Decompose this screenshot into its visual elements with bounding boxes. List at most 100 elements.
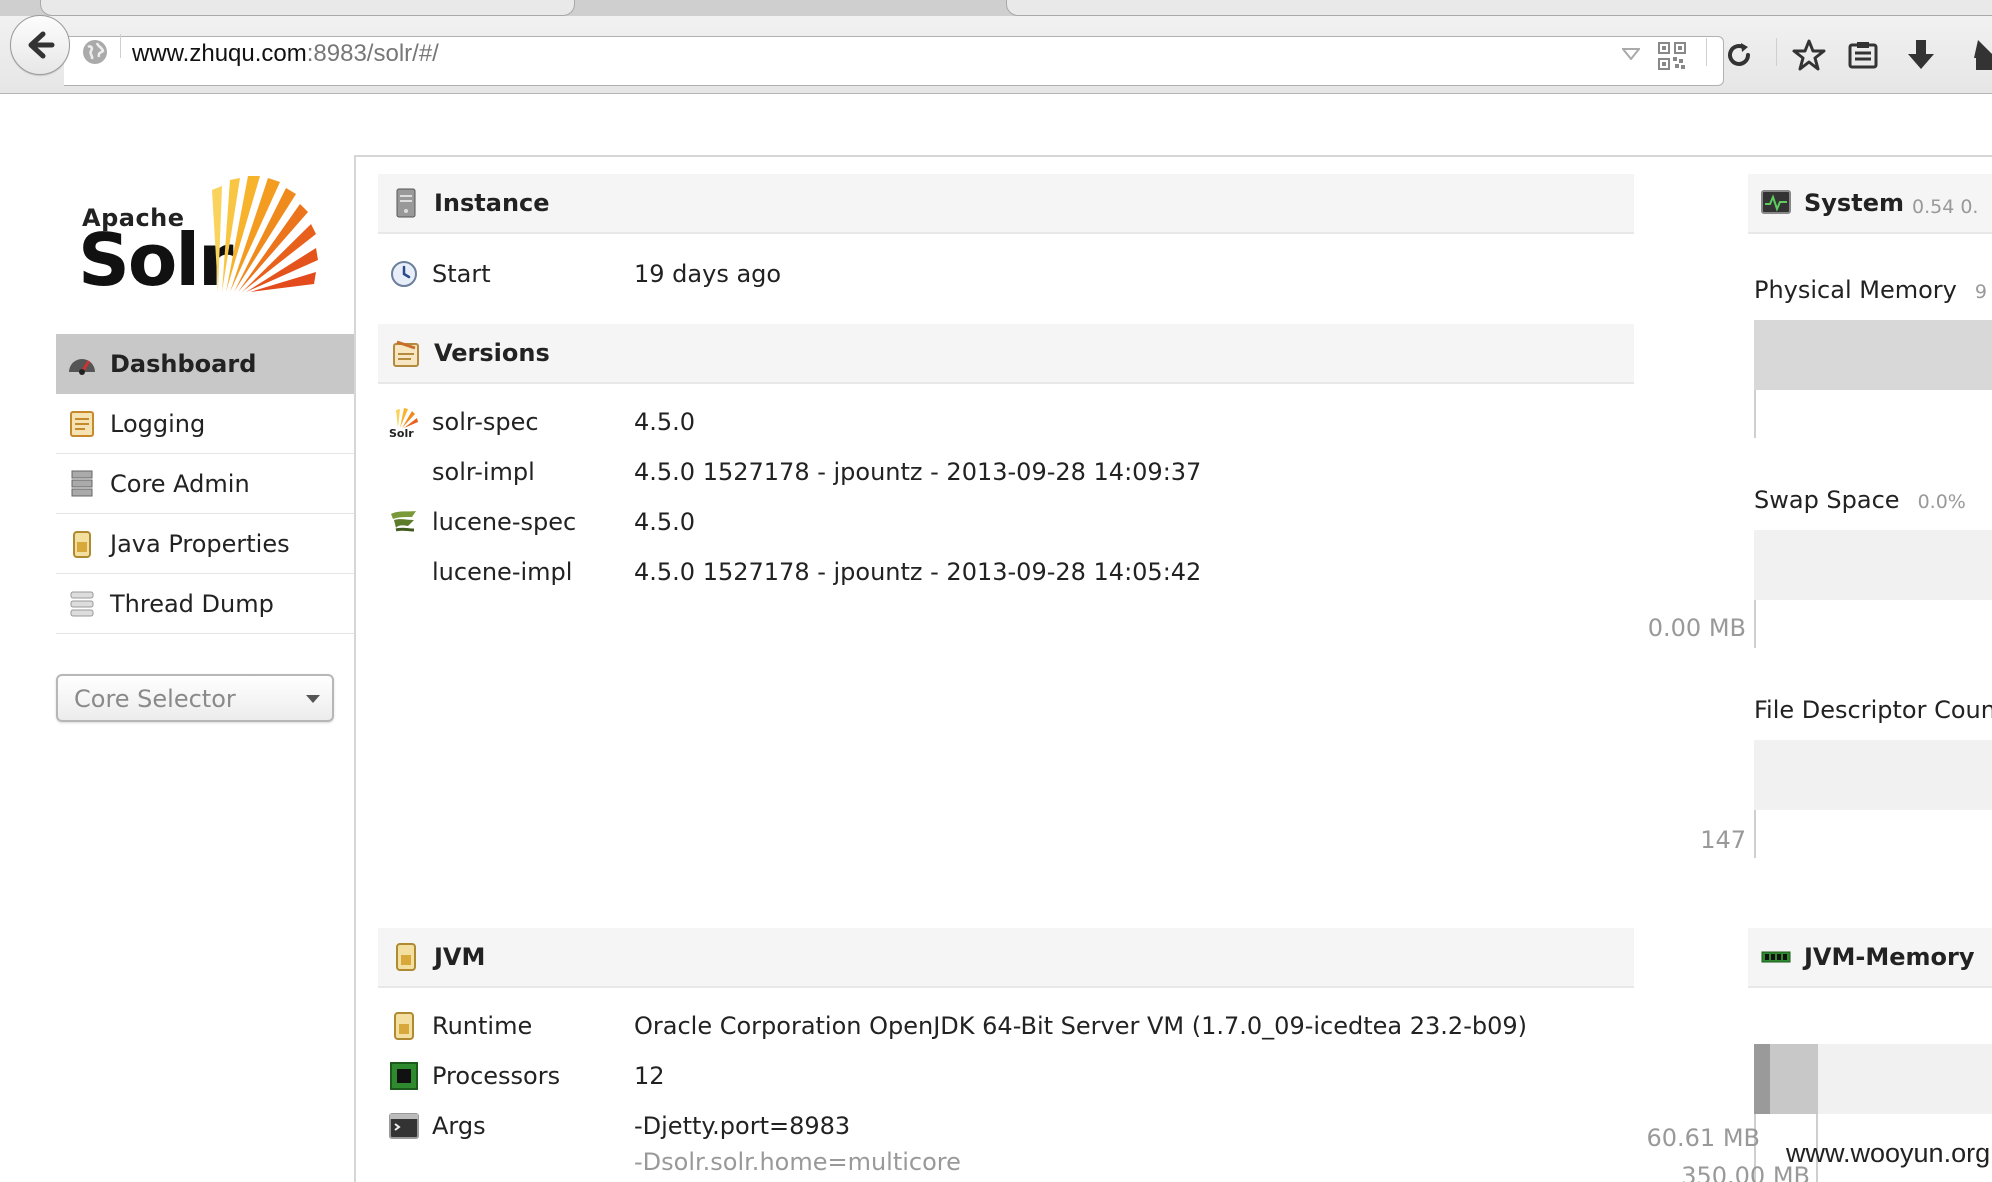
svg-text:Solr: Solr: [389, 427, 414, 438]
nav-label: Core Admin: [110, 469, 250, 498]
tab-strip: [0, 0, 1992, 16]
version-label: lucene-spec: [432, 508, 577, 536]
args-value: -Djetty.port=8983: [634, 1112, 851, 1140]
terminal-icon: [388, 1110, 420, 1142]
physical-memory-percent: 9: [1974, 281, 1987, 303]
jvm-memory-max-value: 350.00 MB: [1681, 1162, 1810, 1182]
site-identity-icon[interactable]: [82, 39, 108, 65]
version-label: solr-impl: [432, 458, 535, 486]
file-descriptor-label: File Descriptor Coun: [1754, 696, 1992, 724]
reload-icon[interactable]: [1724, 40, 1754, 70]
physical-memory-text: Physical Memory: [1754, 276, 1957, 304]
file-descriptor-bar: [1754, 740, 1992, 810]
back-arrow-icon: [28, 31, 55, 59]
version-value: 4.5.0: [634, 508, 696, 536]
swap-space-label: Swap Space 0.0%: [1754, 486, 1966, 514]
tab-inactive[interactable]: [40, 0, 575, 16]
java-properties-icon: [66, 528, 98, 560]
core-selector-dropdown[interactable]: Core Selector: [56, 674, 334, 722]
processor-icon: [388, 1060, 420, 1092]
start-value: 19 days ago: [634, 260, 782, 288]
memory-chip-icon: [1760, 941, 1792, 973]
version-label: solr-spec: [432, 408, 539, 436]
logging-icon: [66, 408, 98, 440]
jvm-memory-committed-segment: [1770, 1044, 1818, 1114]
core-selector-placeholder: Core Selector: [74, 685, 236, 713]
args-value: -Dsolr.solr.home=multicore: [634, 1148, 961, 1176]
jvm-memory-title: JVM-Memory: [1804, 943, 1975, 971]
physical-memory-bar: [1754, 320, 1992, 390]
download-icon[interactable]: [1906, 38, 1936, 72]
java-icon: [390, 941, 422, 973]
versions-title: Versions: [434, 339, 550, 367]
toolbar-divider: [1706, 38, 1707, 66]
bookmark-star-icon[interactable]: [1792, 38, 1826, 72]
main-navigation: Dashboard Logging Core Admin Java Proper…: [56, 334, 354, 634]
versions-header: Versions: [378, 324, 1634, 384]
runtime-value: Oracle Corporation OpenJDK 64-Bit Server…: [634, 1012, 1527, 1040]
swap-axis-value: 0.00 MB: [1647, 614, 1746, 642]
url-host: www.zhuqu.com: [132, 40, 307, 67]
jvm-memory-header: JVM-Memory: [1748, 928, 1992, 988]
bar-axis-tick: [1754, 600, 1756, 648]
solr-small-icon: Solr: [388, 406, 420, 438]
nav-label: Thread Dump: [110, 589, 274, 618]
nav-item-logging[interactable]: Logging: [56, 394, 354, 454]
version-value: 4.5.0: [634, 408, 696, 436]
runtime-label: Runtime: [432, 1012, 533, 1040]
url-text[interactable]: www.zhuqu.com:8983/solr/#/: [132, 40, 439, 68]
reading-list-icon[interactable]: [1848, 40, 1878, 70]
chevron-down-icon: [306, 695, 320, 703]
url-divider: [120, 34, 121, 58]
jvm-header: JVM: [378, 928, 1634, 988]
processors-label: Processors: [432, 1062, 561, 1090]
system-monitor-icon: [1760, 187, 1792, 219]
physical-memory-label: Physical Memory 9: [1754, 276, 1987, 304]
nav-item-thread-dump[interactable]: Thread Dump: [56, 574, 354, 634]
tab-inactive[interactable]: [1006, 0, 1992, 16]
java-icon: [388, 1010, 420, 1042]
nav-item-dashboard[interactable]: Dashboard: [56, 334, 354, 394]
swap-space-text: Swap Space: [1754, 486, 1900, 514]
core-admin-icon: [66, 468, 98, 500]
nav-label: Logging: [110, 409, 206, 438]
nav-label: Dashboard: [110, 349, 257, 378]
solr-logo[interactable]: Apache Solr: [78, 172, 328, 302]
version-value: 4.5.0 1527178 - jpountz - 2013-09-28 14:…: [634, 558, 1202, 586]
nav-item-java-properties[interactable]: Java Properties: [56, 514, 354, 574]
bar-axis-tick: [1754, 810, 1756, 858]
url-path: :8983/solr/#/: [306, 40, 439, 67]
system-load-average: 0.54 0.: [1912, 196, 1979, 218]
swap-space-bar: [1754, 530, 1992, 600]
clock-icon: [388, 258, 420, 290]
processors-value: 12: [634, 1062, 665, 1090]
system-title: System: [1804, 189, 1904, 217]
lucene-icon: [388, 506, 420, 538]
versions-icon: [390, 337, 422, 369]
server-icon: [390, 187, 422, 219]
nav-label: Java Properties: [110, 529, 290, 558]
jvm-title: JVM: [434, 943, 486, 971]
version-value: 4.5.0 1527178 - jpountz - 2013-09-28 14:…: [634, 458, 1202, 486]
file-descriptor-axis-value: 147: [1700, 826, 1746, 854]
instance-header: Instance: [378, 174, 1634, 234]
home-icon[interactable]: [1964, 38, 1992, 72]
dashboard-icon: [66, 348, 98, 380]
version-label: lucene-impl: [432, 558, 573, 586]
dropdown-history-icon[interactable]: [1622, 48, 1640, 60]
qr-code-icon[interactable]: [1658, 42, 1686, 70]
file-descriptor-text: File Descriptor Coun: [1754, 696, 1992, 724]
back-button[interactable]: [10, 15, 70, 75]
args-label: Args: [432, 1112, 486, 1140]
watermark: www.wooyun.org: [1786, 1138, 1991, 1168]
swap-space-percent: 0.0%: [1917, 491, 1966, 513]
nav-item-core-admin[interactable]: Core Admin: [56, 454, 354, 514]
jvm-memory-used-segment: [1754, 1044, 1770, 1114]
solr-sun-icon: [212, 176, 318, 292]
thread-dump-icon: [66, 588, 98, 620]
toolbar-divider: [1776, 38, 1777, 66]
bar-axis-tick: [1754, 390, 1756, 438]
instance-title: Instance: [434, 189, 550, 217]
start-label: Start: [432, 260, 491, 288]
jvm-memory-used-value: 60.61 MB: [1646, 1124, 1760, 1152]
